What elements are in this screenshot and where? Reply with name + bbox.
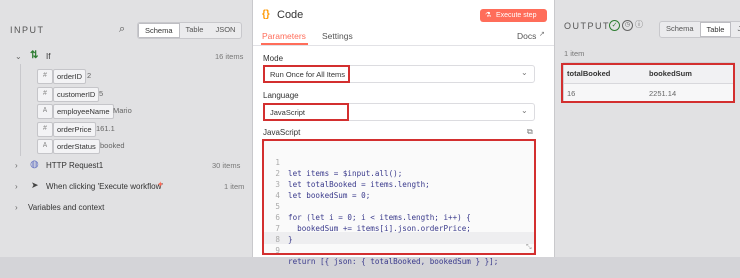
tab-parameters[interactable]: Parameters — [262, 31, 306, 41]
chevron-down-icon: ⌄ — [521, 68, 528, 77]
output-panel-title: OUTPUT — [564, 21, 610, 31]
field-value: 2 — [87, 71, 92, 80]
chevron-right-icon[interactable]: › — [15, 161, 18, 170]
field-value: booked — [100, 141, 125, 150]
number-type-icon: # — [37, 122, 53, 137]
http-node-label[interactable]: HTTP Request1 — [46, 161, 103, 170]
code-label: JavaScript — [263, 128, 301, 137]
flask-icon: ⚗ — [485, 12, 492, 19]
output-panel: OUTPUT ✓ ◷ ⓘ Schema Table J 1 item total… — [555, 0, 740, 257]
field-name[interactable]: customerID — [53, 87, 100, 102]
input-panel: INPUT ⌕ Schema Table JSON ⌄ ⇅ If 16 item… — [0, 0, 253, 257]
code-braces-icon: {} — [262, 9, 270, 20]
globe-icon: ◍ — [30, 159, 39, 170]
input-tab-table[interactable]: Table — [180, 23, 210, 38]
code-highlight — [262, 139, 536, 255]
execute-step-button[interactable]: ⚗ Execute step — [480, 9, 547, 22]
field-value: 161.1 — [96, 124, 115, 133]
number-type-icon: # — [37, 87, 53, 102]
node-title[interactable]: Code — [277, 9, 303, 21]
field-value: Mario — [113, 106, 132, 115]
if-node-label[interactable]: If — [46, 52, 50, 61]
if-node-count: 16 items — [215, 52, 244, 61]
input-tab-schema[interactable]: Schema — [138, 23, 180, 38]
success-check-icon: ✓ — [609, 20, 620, 31]
external-link-icon: ↗ — [539, 31, 545, 38]
clock-icon: ◷ — [622, 20, 633, 31]
trigger-node-count: 1 item — [224, 182, 245, 191]
execute-step-label: Execute step — [496, 11, 537, 19]
if-node-icon: ⇅ — [30, 50, 39, 61]
output-tab-schema[interactable]: Schema — [660, 22, 700, 37]
field-name[interactable]: orderStatus — [53, 139, 100, 154]
trigger-node-label[interactable]: When clicking 'Execute workflow' — [46, 182, 163, 191]
output-tab-json[interactable]: J — [731, 22, 740, 37]
tabs-divider — [253, 45, 554, 46]
tree-line — [20, 64, 21, 156]
language-highlight — [263, 103, 349, 121]
chevron-right-icon[interactable]: › — [15, 182, 18, 191]
field-name[interactable]: orderID — [53, 69, 87, 84]
code-node-panel: {} Code ⚗ Execute step Parameters Settin… — [252, 0, 555, 266]
flash-icon: ✦ — [157, 180, 164, 189]
output-tab-table[interactable]: Table — [699, 22, 732, 37]
field-name[interactable]: orderPrice — [53, 122, 96, 137]
field-name[interactable]: employeeName — [53, 104, 114, 119]
variables-label[interactable]: Variables and context — [28, 203, 104, 212]
string-type-icon: A — [37, 104, 53, 119]
chevron-right-icon[interactable]: › — [15, 203, 18, 212]
tab-settings[interactable]: Settings — [322, 31, 353, 41]
pointer-icon: ➤ — [31, 180, 39, 190]
mode-label: Mode — [263, 54, 284, 63]
input-tab-json[interactable]: JSON — [209, 23, 241, 38]
input-panel-title: INPUT — [10, 25, 45, 35]
expand-editor-icon[interactable]: ⧉ — [527, 127, 533, 137]
field-value: 5 — [99, 89, 104, 98]
code-text: return [{ json: { totalBooked, bookedSum… — [288, 257, 499, 266]
output-item-count: 1 item — [564, 49, 585, 58]
chevron-down-icon[interactable]: ⌄ — [15, 52, 22, 61]
search-icon[interactable]: ⌕ — [119, 23, 125, 36]
output-highlight — [561, 63, 735, 103]
http-node-count: 30 items — [212, 161, 241, 170]
number-type-icon: # — [37, 69, 53, 84]
output-view-toggle: Schema Table J — [659, 21, 740, 38]
mode-highlight — [263, 65, 350, 83]
string-type-icon: A — [37, 139, 53, 154]
docs-link[interactable]: Docs — [517, 31, 536, 41]
chevron-down-icon: ⌄ — [521, 106, 528, 115]
info-icon[interactable]: ⓘ — [635, 19, 643, 30]
input-view-toggle: Schema Table JSON — [137, 22, 243, 39]
language-label: Language — [263, 91, 299, 100]
